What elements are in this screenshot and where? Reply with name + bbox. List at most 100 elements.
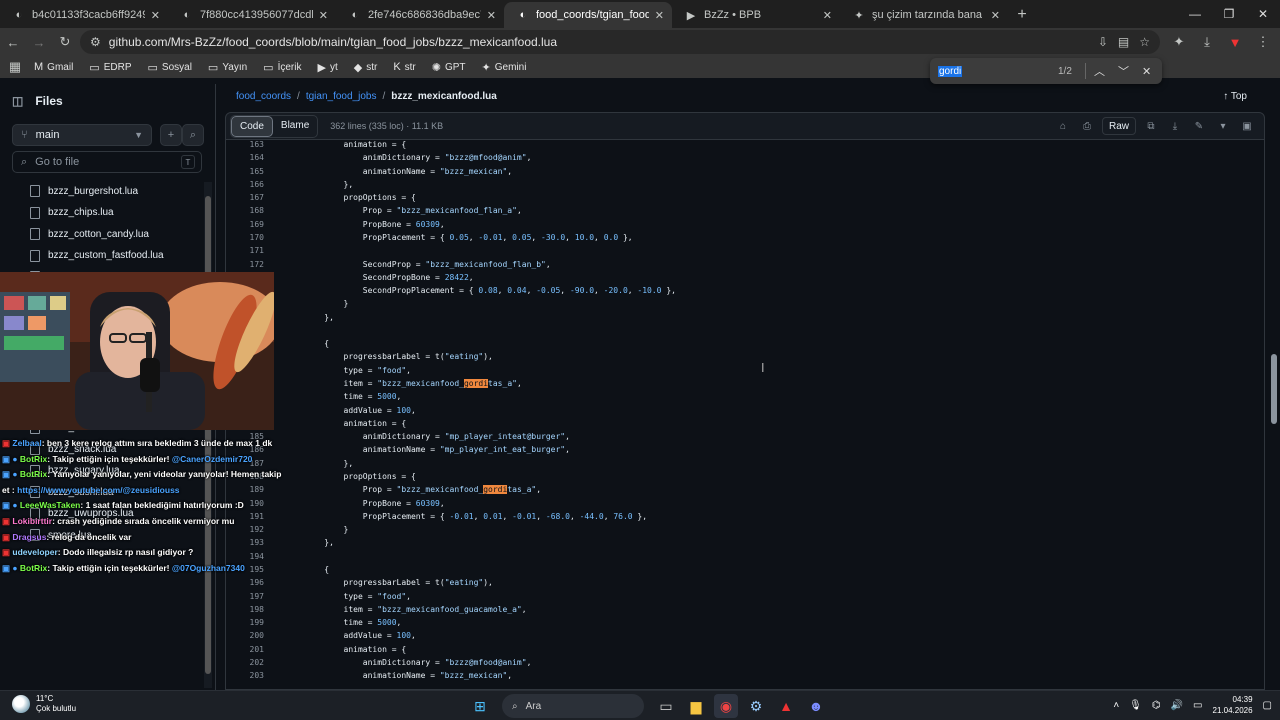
volume-icon[interactable]: 🔊 bbox=[1171, 700, 1183, 711]
line-number[interactable]: 166 bbox=[226, 178, 264, 191]
download-icon[interactable]: ⤓ bbox=[1166, 117, 1184, 135]
site-info-icon[interactable]: ⚙ bbox=[90, 35, 101, 49]
new-tab-button[interactable]: + bbox=[1008, 2, 1036, 28]
apps-icon[interactable]: ▦ bbox=[6, 54, 24, 80]
tab-0[interactable]: ◐ b4c01133f3cacb6ff9249aa0031 ✕ bbox=[0, 2, 168, 28]
line-number[interactable]: 199 bbox=[226, 616, 264, 629]
line-number[interactable]: 202 bbox=[226, 656, 264, 669]
tab-1[interactable]: ◐ 7f880cc413956077dcdbb2fbfa7 ✕ bbox=[168, 2, 336, 28]
forward-icon[interactable]: → bbox=[26, 29, 52, 55]
breadcrumb-folder[interactable]: tgian_food_jobs bbox=[306, 91, 377, 102]
taskbar-search[interactable]: ⌕ Ara bbox=[502, 694, 644, 718]
line-number[interactable]: 171 bbox=[226, 244, 264, 257]
weather-widget[interactable]: 11°C Çok bulutlu bbox=[12, 694, 76, 714]
bookmark-7[interactable]: Kstr bbox=[387, 57, 421, 77]
breadcrumb-repo[interactable]: food_coords bbox=[236, 91, 291, 102]
line-number[interactable]: 167 bbox=[226, 191, 264, 204]
close-tab-icon[interactable]: ✕ bbox=[823, 9, 832, 22]
profile-icon[interactable]: ▼ bbox=[1222, 29, 1248, 55]
copilot-icon[interactable]: ⌂ bbox=[1054, 117, 1072, 135]
bookmark-4[interactable]: ▭ İçerik bbox=[257, 57, 307, 77]
clock[interactable]: 04:39 21.04.2026 bbox=[1213, 694, 1253, 716]
chat-link[interactable]: https://www.youtube.com/@zeusidiouss bbox=[17, 485, 179, 495]
collapse-sidebar-icon[interactable]: ◫ bbox=[12, 94, 23, 108]
file-explorer-icon[interactable]: ▆ bbox=[684, 694, 708, 718]
sidebar-scrollbar[interactable] bbox=[204, 182, 212, 688]
network-icon[interactable]: ⌬ bbox=[1152, 700, 1161, 711]
add-file-icon[interactable]: + bbox=[160, 124, 182, 146]
more-chevron-icon[interactable]: ▾ bbox=[1214, 117, 1232, 135]
file-item[interactable]: bzzz_cotton_candy.lua bbox=[30, 226, 149, 242]
line-number[interactable]: 164 bbox=[226, 151, 264, 164]
tab-code[interactable]: Code bbox=[231, 115, 273, 137]
bookmark-8[interactable]: ✺ GPT bbox=[426, 57, 472, 77]
notifications-icon[interactable]: ▢ bbox=[1263, 700, 1272, 711]
bookmark-0[interactable]: M Gmail bbox=[28, 57, 79, 77]
tab-3[interactable]: ◐ food_coords/tgian_food_jobs/b ✕ bbox=[504, 2, 672, 28]
top-button[interactable]: ↑ Top bbox=[1223, 91, 1247, 102]
maximize-icon[interactable]: ❐ bbox=[1212, 0, 1246, 28]
battery-icon[interactable]: ▭ bbox=[1193, 700, 1202, 711]
downloads-icon[interactable]: ⤓ bbox=[1194, 29, 1220, 55]
tab-2[interactable]: ◐ 2fe746c686836dba9ec7f241eb ✕ bbox=[336, 2, 504, 28]
reload-icon[interactable]: ↻ bbox=[52, 29, 78, 55]
bookmark-6[interactable]: ◆ str bbox=[348, 57, 384, 77]
extensions-icon[interactable]: ✦ bbox=[1166, 29, 1192, 55]
copy-icon[interactable]: ⧉ bbox=[1142, 117, 1160, 135]
bookmark-star-icon[interactable]: ☆ bbox=[1139, 35, 1150, 49]
task-view-icon[interactable]: ▭ bbox=[654, 694, 678, 718]
back-icon[interactable]: ← bbox=[0, 29, 26, 55]
code-view[interactable]: 163 animation = {164 animDictionary = "b… bbox=[225, 140, 1265, 690]
bookmark-5[interactable]: ▶ yt bbox=[311, 57, 343, 77]
raw-button[interactable]: Raw bbox=[1101, 117, 1136, 135]
line-number[interactable]: 197 bbox=[226, 590, 264, 603]
bookmark-9[interactable]: ✦ Gemini bbox=[476, 57, 533, 77]
edit-icon[interactable]: ✎ bbox=[1190, 117, 1208, 135]
tab-4[interactable]: ▶ BzZz • BPB ✕ bbox=[672, 2, 840, 28]
find-close-icon[interactable]: ✕ bbox=[1142, 65, 1151, 78]
line-number[interactable]: 163 bbox=[226, 140, 264, 151]
close-tab-icon[interactable]: ✕ bbox=[319, 9, 328, 22]
steam-icon[interactable]: ⚙ bbox=[744, 694, 768, 718]
close-tab-icon[interactable]: ✕ bbox=[487, 9, 496, 22]
find-prev-icon[interactable]: ︿ bbox=[1094, 63, 1105, 79]
install-icon[interactable]: ⇩ bbox=[1098, 35, 1108, 49]
bookmark-1[interactable]: ▭ EDRP bbox=[83, 57, 137, 77]
go-to-file-input[interactable]: ⌕ Go to file T bbox=[12, 151, 202, 173]
menu-icon[interactable]: ⋮ bbox=[1250, 29, 1276, 55]
search-icon[interactable]: ⌕ bbox=[182, 124, 204, 146]
close-tab-icon[interactable]: ✕ bbox=[151, 9, 160, 22]
line-number[interactable]: 170 bbox=[226, 231, 264, 244]
tab-blame[interactable]: Blame bbox=[273, 116, 317, 137]
line-number[interactable]: 201 bbox=[226, 643, 264, 656]
streaming-app-icon[interactable]: ▲ bbox=[774, 694, 798, 718]
line-number[interactable]: 200 bbox=[226, 629, 264, 642]
bookmark-2[interactable]: ▭ Sosyal bbox=[142, 57, 198, 77]
line-number[interactable]: 198 bbox=[226, 603, 264, 616]
chevron-up-icon[interactable]: ˄ bbox=[1113, 700, 1119, 711]
line-number[interactable]: 172 bbox=[226, 258, 264, 271]
close-tab-icon[interactable]: ✕ bbox=[655, 9, 664, 22]
branch-selector[interactable]: ⑂ main ▼ bbox=[12, 124, 152, 146]
find-next-icon[interactable]: ﹀ bbox=[1118, 63, 1129, 79]
line-number[interactable]: 165 bbox=[226, 165, 264, 178]
discord-icon[interactable]: ☻ bbox=[804, 694, 828, 718]
file-item[interactable]: bzzz_chips.lua bbox=[30, 205, 114, 221]
microphone-icon[interactable]: 🎙 bbox=[1129, 700, 1142, 711]
chrome-icon[interactable]: ◉ bbox=[714, 694, 738, 718]
minimize-icon[interactable]: — bbox=[1178, 0, 1212, 28]
address-bar[interactable]: ⚙ github.com/Mrs-BzZz/food_coords/blob/m… bbox=[80, 30, 1160, 54]
line-number[interactable]: 169 bbox=[226, 218, 264, 231]
bookmark-3[interactable]: ▭ Yayın bbox=[202, 57, 253, 77]
page-scrollbar[interactable] bbox=[1268, 84, 1280, 690]
close-window-icon[interactable]: ✕ bbox=[1246, 0, 1280, 28]
windows-start-icon[interactable]: ⊞ bbox=[468, 694, 492, 718]
tab-5[interactable]: ✦ şu çizim tarzında bana arka pla ✕ bbox=[840, 2, 1008, 28]
file-item[interactable]: bzzz_custom_fastfood.lua bbox=[30, 248, 164, 264]
find-input[interactable]: gordi bbox=[938, 65, 963, 77]
close-tab-icon[interactable]: ✕ bbox=[991, 9, 1000, 22]
file-item[interactable]: bzzz_burgershot.lua bbox=[30, 183, 138, 199]
symbols-icon[interactable]: ⎙ bbox=[1078, 117, 1096, 135]
reader-icon[interactable]: ▤ bbox=[1118, 35, 1129, 49]
line-number[interactable]: 168 bbox=[226, 204, 264, 217]
